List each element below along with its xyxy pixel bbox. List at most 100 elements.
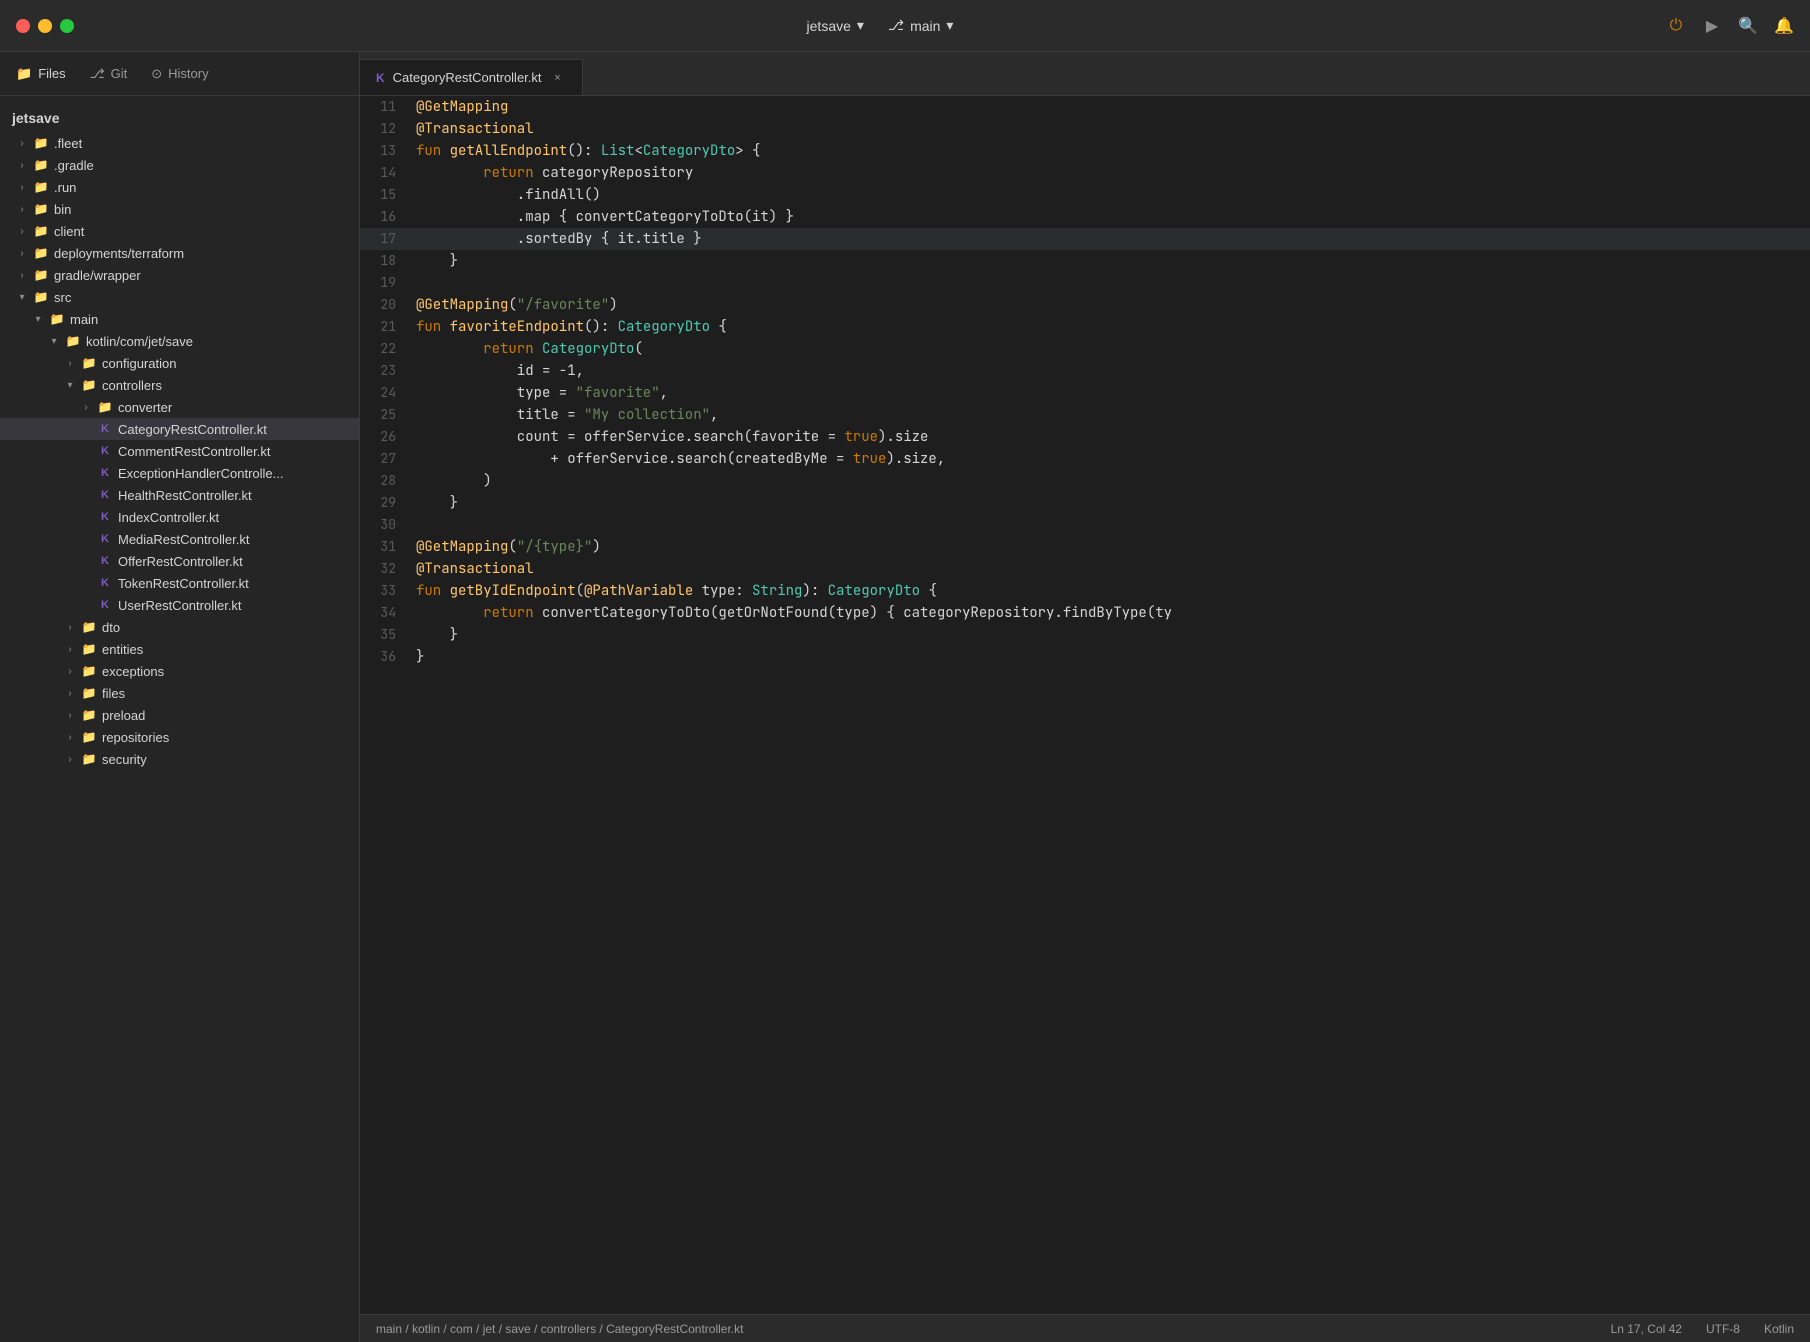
code-line-27: 27 + offerService.search(createdByMe = t… — [360, 448, 1810, 470]
tree-item-TokenRestController[interactable]: KTokenRestController.kt — [0, 572, 359, 594]
folder-arrow: › — [60, 619, 80, 635]
line-content: return CategoryDto( — [412, 338, 1810, 360]
tree-item-label: TokenRestController.kt — [118, 576, 249, 591]
maximize-button[interactable] — [60, 19, 74, 33]
tree-item-src[interactable]: ▾📁src — [0, 286, 359, 308]
tree-item-exceptions[interactable]: ›📁exceptions — [0, 660, 359, 682]
token-plain: (): — [567, 142, 601, 160]
code-line-12: 12@Transactional — [360, 118, 1810, 140]
tree-item-IndexController[interactable]: KIndexController.kt — [0, 506, 359, 528]
token-plain: count = offerService.search(favorite = — [416, 428, 844, 446]
line-number: 15 — [360, 184, 412, 206]
folder-arrow: ▾ — [60, 377, 80, 393]
tree-item-label: ExceptionHandlerControlle... — [118, 466, 283, 481]
line-content: return convertCategoryToDto(getOrNotFoun… — [412, 602, 1810, 624]
tree-item-configuration[interactable]: ›📁configuration — [0, 352, 359, 374]
line-content: @Transactional — [412, 118, 1810, 140]
code-content: 11@GetMapping12@Transactional13fun getAl… — [360, 96, 1810, 668]
tree-item-ExceptionHandlerController[interactable]: KExceptionHandlerControlle... — [0, 462, 359, 484]
file-spacer — [76, 575, 96, 591]
project-label: jetsave — [807, 18, 851, 34]
tree-item-CommentRestController[interactable]: KCommentRestController.kt — [0, 440, 359, 462]
sidebar-tab-history[interactable]: ⊙ History — [151, 62, 208, 86]
tab-close-button[interactable]: × — [550, 70, 566, 86]
tree-item-controllers[interactable]: ▾📁controllers — [0, 374, 359, 396]
tree-item-gradle[interactable]: ›📁.gradle — [0, 154, 359, 176]
line-number: 33 — [360, 580, 412, 602]
history-icon: ⊙ — [151, 66, 162, 82]
token-type: List — [601, 142, 635, 160]
tree-item-label: client — [54, 224, 84, 239]
code-line-18: 18 } — [360, 250, 1810, 272]
run-icon[interactable]: ▶ — [1702, 16, 1722, 36]
folder-icon: 📁 — [32, 201, 50, 217]
tree-item-files[interactable]: ›📁files — [0, 682, 359, 704]
tree-item-label: entities — [102, 642, 143, 657]
cursor-position: Ln 17, Col 42 — [1611, 1322, 1682, 1336]
power-icon[interactable]: ⏻ — [1666, 16, 1686, 36]
line-number: 23 — [360, 360, 412, 382]
tree-item-security[interactable]: ›📁security — [0, 748, 359, 770]
line-number: 16 — [360, 206, 412, 228]
token-plain: , — [660, 384, 668, 402]
tree-item-deployments[interactable]: ›📁deployments/terraform — [0, 242, 359, 264]
code-line-19: 19 — [360, 272, 1810, 294]
token-plain: (): — [584, 318, 618, 336]
line-content: } — [412, 624, 1810, 646]
project-root: jetsave — [0, 104, 359, 132]
git-label: Git — [111, 66, 128, 81]
line-number: 14 — [360, 162, 412, 184]
line-content: count = offerService.search(favorite = t… — [412, 426, 1810, 448]
folder-icon: 📁 — [32, 157, 50, 173]
tree-item-label: controllers — [102, 378, 162, 393]
token-kw: fun — [416, 318, 450, 336]
tree-item-converter[interactable]: ›📁converter — [0, 396, 359, 418]
tree-item-label: files — [102, 686, 125, 701]
sidebar-tab-files[interactable]: 📁 Files — [16, 62, 66, 86]
line-number: 22 — [360, 338, 412, 360]
tree-item-client[interactable]: ›📁client — [0, 220, 359, 242]
tree-item-gradle_wrapper[interactable]: ›📁gradle/wrapper — [0, 264, 359, 286]
file-spacer — [76, 597, 96, 613]
folder-icon: 📁 — [80, 751, 98, 767]
tree-item-label: security — [102, 752, 147, 767]
tree-item-CategoryRestController[interactable]: KCategoryRestController.kt — [0, 418, 359, 440]
editor-tab-category[interactable]: K CategoryRestController.kt × — [360, 59, 583, 95]
tree-item-fleet[interactable]: ›📁.fleet — [0, 132, 359, 154]
tree-item-preload[interactable]: ›📁preload — [0, 704, 359, 726]
tree-item-MediaRestController[interactable]: KMediaRestController.kt — [0, 528, 359, 550]
folder-icon: 📁 — [32, 289, 50, 305]
token-plain: ).size, — [886, 450, 945, 468]
search-icon[interactable]: 🔍 — [1738, 16, 1758, 36]
tree-item-kotlin[interactable]: ▾📁kotlin/com/jet/save — [0, 330, 359, 352]
line-number: 30 — [360, 514, 412, 536]
branch-label: main — [910, 18, 940, 34]
line-number: 20 — [360, 294, 412, 316]
close-button[interactable] — [16, 19, 30, 33]
tree-item-repositories[interactable]: ›📁repositories — [0, 726, 359, 748]
tree-item-UserRestController[interactable]: KUserRestController.kt — [0, 594, 359, 616]
file-spacer — [76, 553, 96, 569]
tree-item-entities[interactable]: ›📁entities — [0, 638, 359, 660]
tree-item-main[interactable]: ▾📁main — [0, 308, 359, 330]
kotlin-file-icon: K — [96, 421, 114, 437]
tree-item-run[interactable]: ›📁.run — [0, 176, 359, 198]
tree-item-dto[interactable]: ›📁dto — [0, 616, 359, 638]
tree-item-OfferRestController[interactable]: KOfferRestController.kt — [0, 550, 359, 572]
folder-icon: 📁 — [32, 135, 50, 151]
folder-icon: 📁 — [80, 685, 98, 701]
minimize-button[interactable] — [38, 19, 52, 33]
line-number: 35 — [360, 624, 412, 646]
notification-icon[interactable]: 🔔 — [1774, 16, 1794, 36]
tree-item-HealthRestController[interactable]: KHealthRestController.kt — [0, 484, 359, 506]
code-line-28: 28 ) — [360, 470, 1810, 492]
code-editor[interactable]: 11@GetMapping12@Transactional13fun getAl… — [360, 96, 1810, 1314]
project-selector[interactable]: jetsave ▾ — [807, 17, 864, 34]
branch-selector[interactable]: ⎇ main ▾ — [888, 17, 954, 34]
sidebar-tab-git[interactable]: ⎇ Git — [90, 62, 128, 86]
line-number: 24 — [360, 382, 412, 404]
tree-item-bin[interactable]: ›📁bin — [0, 198, 359, 220]
token-plain: } — [416, 648, 424, 666]
folder-icon: 📁 — [80, 729, 98, 745]
tree-item-label: preload — [102, 708, 145, 723]
